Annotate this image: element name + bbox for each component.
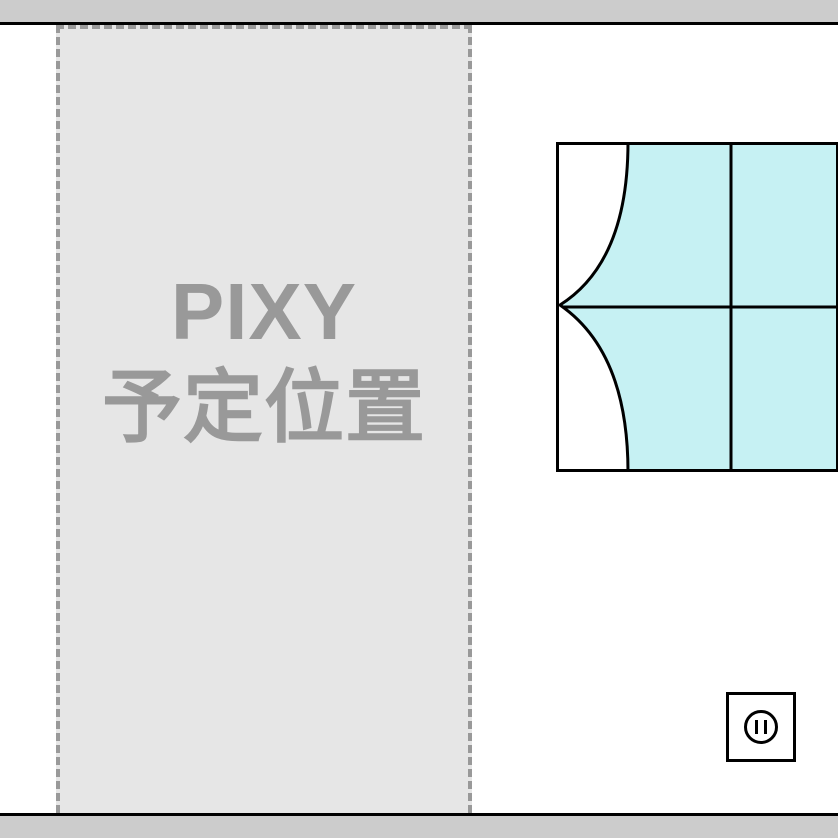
- room-diagram: PIXY 予定位置: [0, 0, 838, 838]
- outlet-slot: [764, 720, 767, 734]
- placeholder-label-line1: PIXY: [171, 264, 357, 360]
- window-icon: [556, 142, 838, 472]
- pixy-placeholder-zone: PIXY 予定位置: [56, 25, 472, 813]
- outlet-ring: [744, 710, 778, 744]
- floor-bar: [0, 816, 838, 838]
- placeholder-label-line2: 予定位置: [102, 360, 426, 456]
- ceiling-bar: [0, 0, 838, 22]
- outlet-slot: [755, 720, 758, 734]
- power-outlet-icon: [726, 692, 796, 762]
